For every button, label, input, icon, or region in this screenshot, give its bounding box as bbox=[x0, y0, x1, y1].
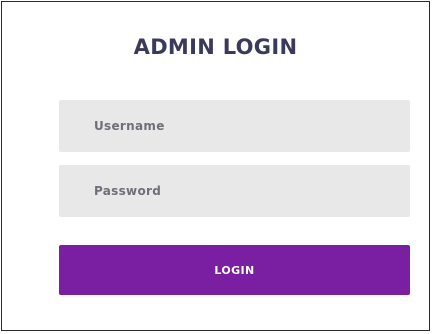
login-card: ADMIN LOGIN LOGIN bbox=[1, 1, 430, 331]
username-input[interactable] bbox=[59, 100, 410, 152]
password-input[interactable] bbox=[59, 165, 410, 217]
login-title: ADMIN LOGIN bbox=[133, 35, 298, 59]
login-button[interactable]: LOGIN bbox=[59, 245, 410, 295]
password-field-container bbox=[59, 165, 410, 217]
username-field-container bbox=[59, 100, 410, 152]
